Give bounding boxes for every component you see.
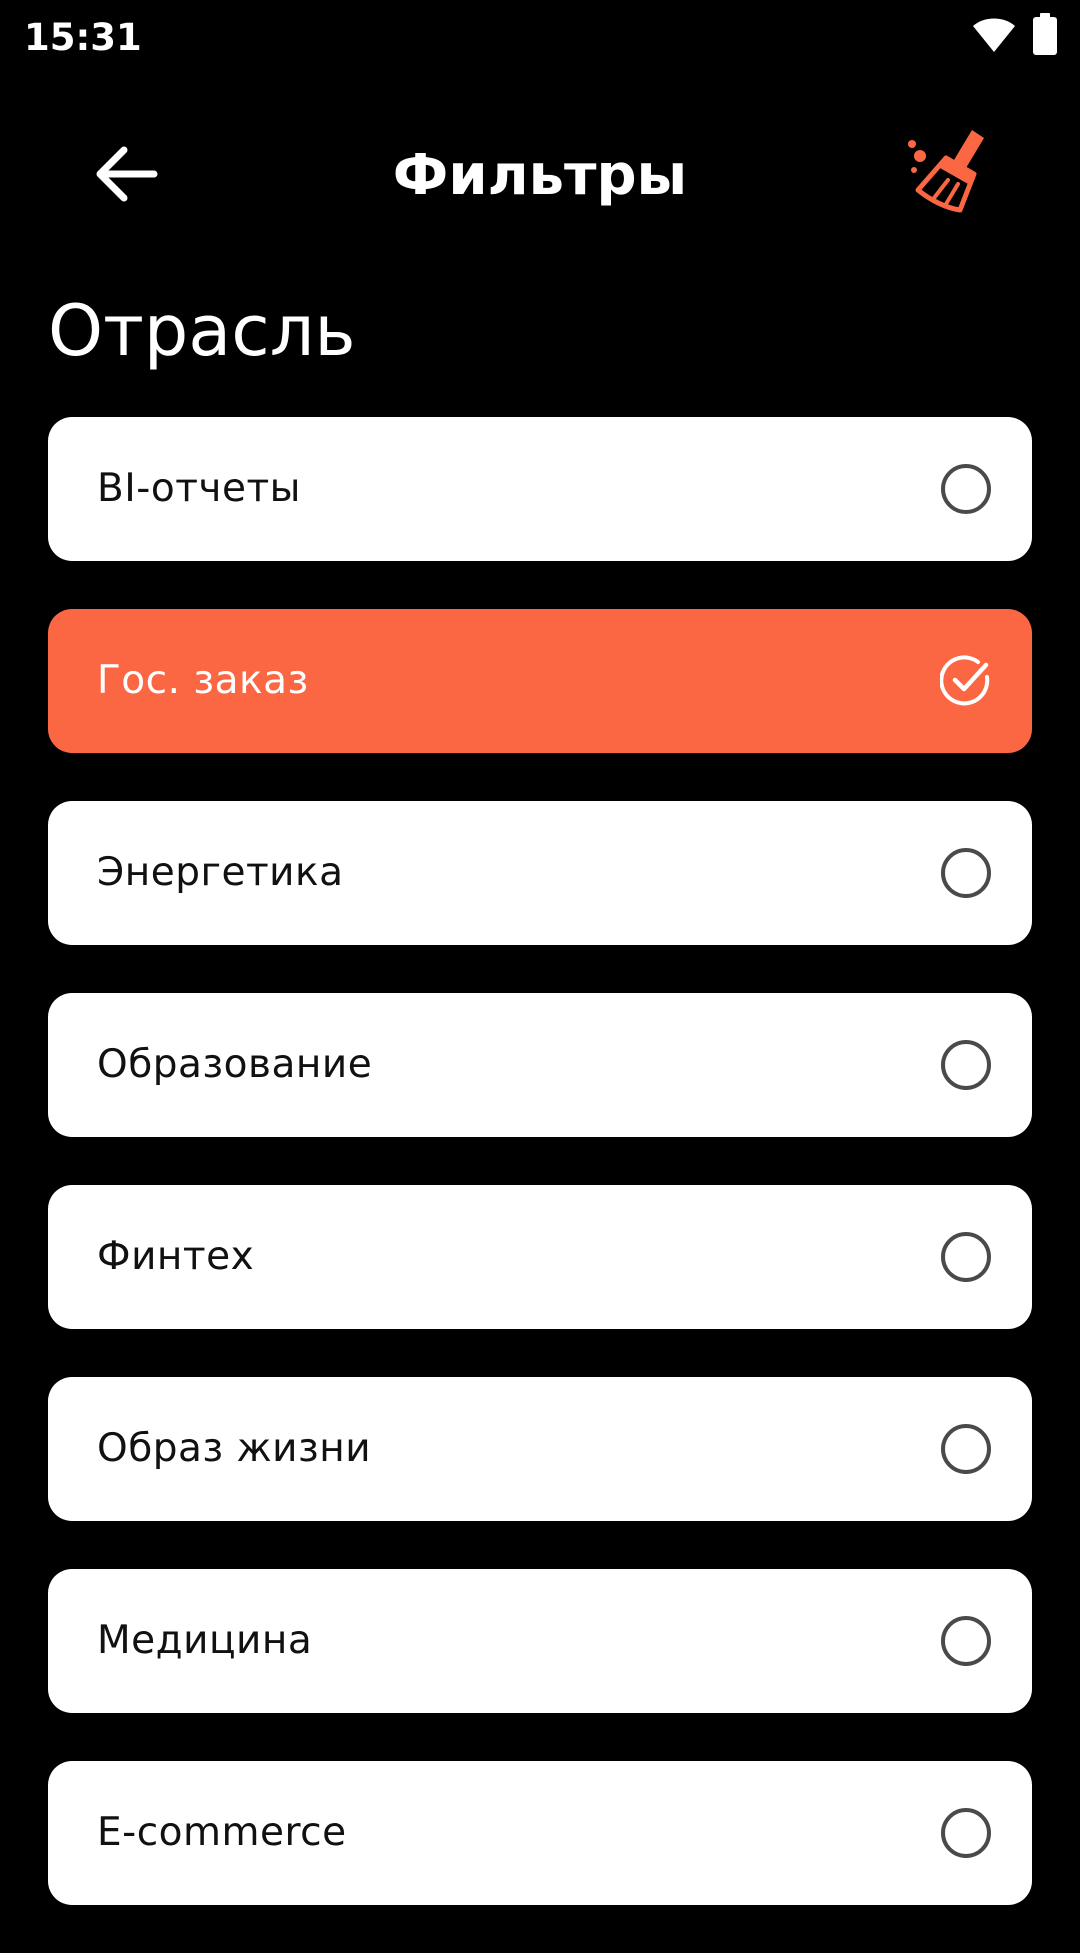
status-icons <box>972 13 1058 59</box>
option-education[interactable]: Образование <box>48 993 1032 1137</box>
option-label: Образование <box>97 1042 373 1087</box>
option-lifestyle[interactable]: Образ жизни <box>48 1377 1032 1521</box>
radio-checked-icon[interactable] <box>939 655 992 707</box>
option-label: Гос. заказ <box>97 658 309 703</box>
clear-filters-button[interactable] <box>896 120 1000 224</box>
option-label: Финтех <box>97 1234 255 1279</box>
radio-empty-icon[interactable] <box>940 463 992 515</box>
battery-icon <box>1032 13 1058 59</box>
broom-icon <box>902 124 994 220</box>
section-title: Отрасль <box>48 290 356 372</box>
option-bi-reports[interactable]: BI-отчеты <box>48 417 1032 561</box>
radio-empty-icon[interactable] <box>940 1615 992 1667</box>
option-label: Образ жизни <box>97 1426 372 1471</box>
option-medicine[interactable]: Медицина <box>48 1569 1032 1713</box>
status-bar: 15:31 <box>0 0 1080 76</box>
option-label: Медицина <box>97 1618 313 1663</box>
radio-empty-icon[interactable] <box>940 1039 992 1091</box>
industry-options-list: BI-отчеты Гос. заказ Энергетика Образова… <box>48 417 1032 1953</box>
option-gov-order[interactable]: Гос. заказ <box>48 609 1032 753</box>
radio-empty-icon[interactable] <box>940 1231 992 1283</box>
option-fintech[interactable]: Финтех <box>48 1185 1032 1329</box>
radio-empty-icon[interactable] <box>940 847 992 899</box>
wifi-icon <box>972 14 1016 58</box>
status-time: 15:31 <box>24 16 142 59</box>
option-label: Энергетика <box>97 850 344 895</box>
radio-empty-icon[interactable] <box>940 1807 992 1859</box>
app-header: Фильтры <box>0 110 1080 230</box>
option-energy[interactable]: Энергетика <box>48 801 1032 945</box>
option-label: BI-отчеты <box>97 466 301 511</box>
radio-empty-icon[interactable] <box>940 1423 992 1475</box>
option-label: E-commerce <box>97 1810 347 1855</box>
option-ecommerce[interactable]: E-commerce <box>48 1761 1032 1905</box>
